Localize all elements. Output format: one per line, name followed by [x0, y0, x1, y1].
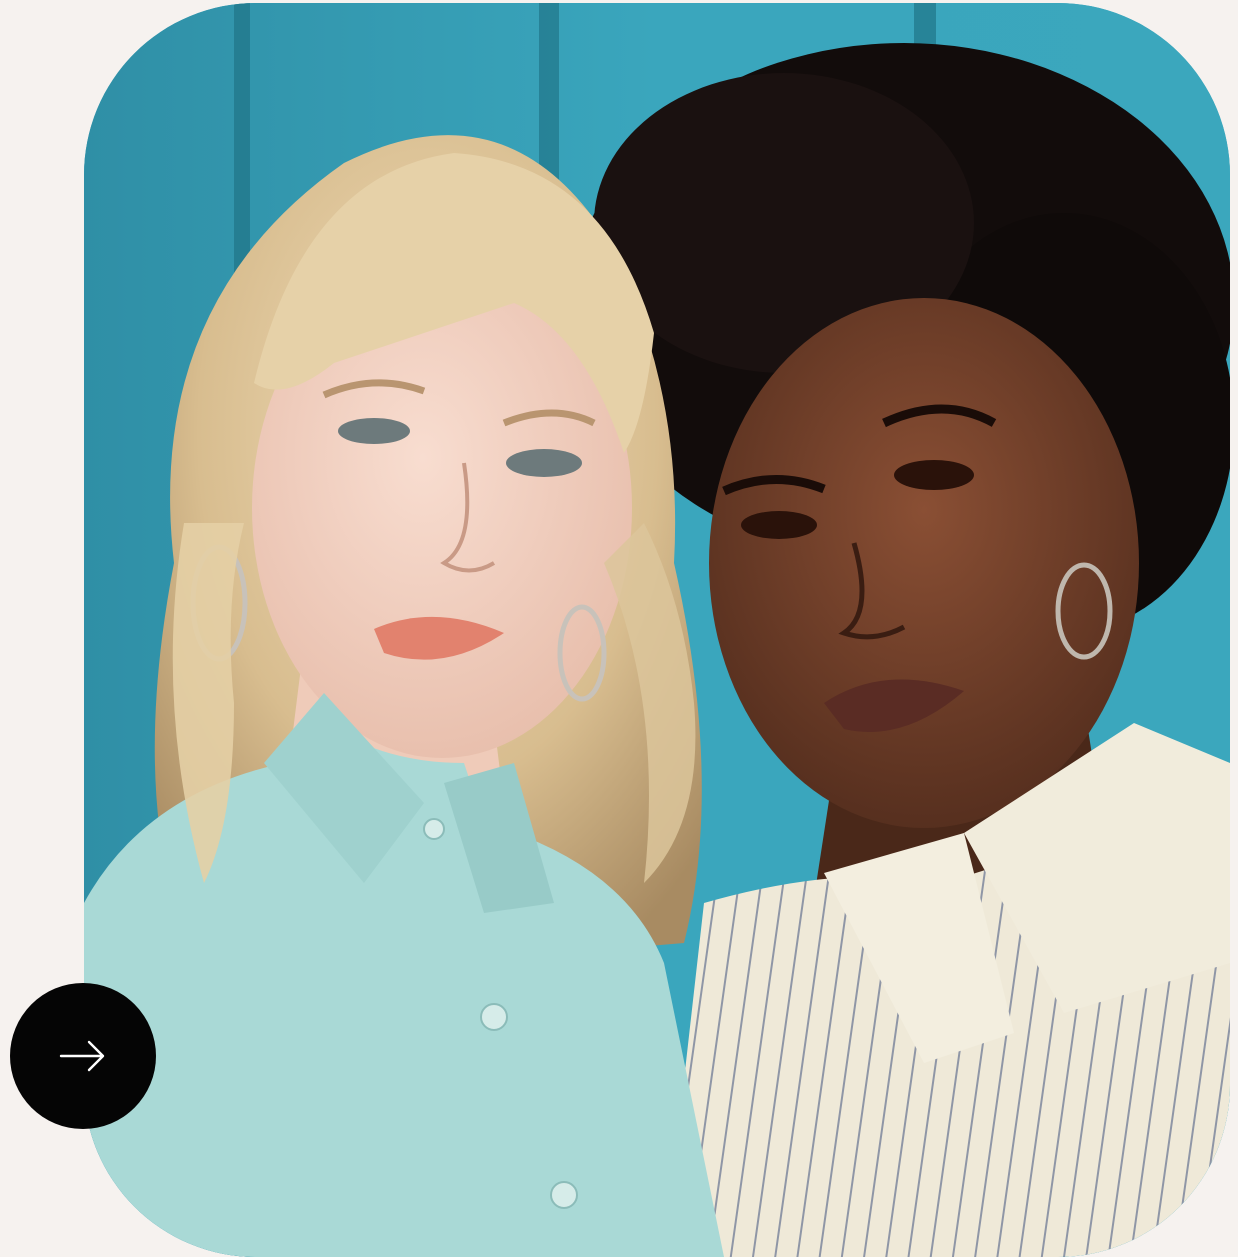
arrow-next-button[interactable]	[10, 983, 156, 1129]
hero-photo	[84, 3, 1230, 1257]
arrow-right-icon	[59, 1040, 105, 1072]
hero-section	[0, 0, 1238, 1257]
portrait-illustration	[84, 3, 1230, 1257]
